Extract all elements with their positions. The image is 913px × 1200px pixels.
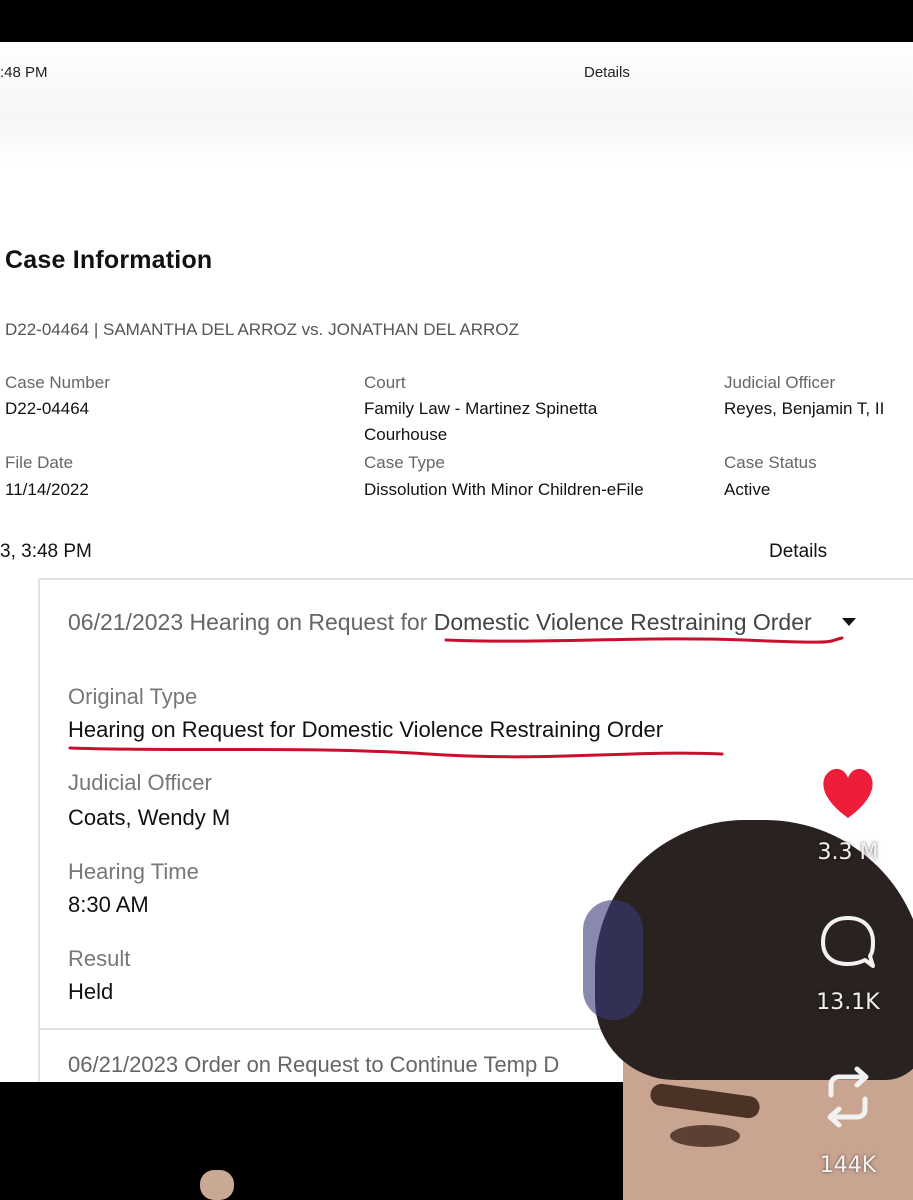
second-status-title: Details: [769, 541, 828, 562]
top-black-bar: [0, 0, 913, 42]
repost-icon[interactable]: [803, 1065, 893, 1129]
hearing-time-value: 8:30 AM: [68, 892, 149, 917]
file-date-value: 11/14/2022: [5, 480, 89, 499]
original-type-label: Original Type: [68, 684, 198, 709]
status-time: :48 PM: [0, 64, 48, 81]
judicial-officer-label: Judicial Officer: [724, 373, 836, 392]
case-number-value: D22-04464: [5, 399, 90, 418]
result-value: Held: [68, 979, 114, 1004]
file-date-label: File Date: [5, 453, 74, 472]
like-count: 3.3 M: [817, 840, 879, 865]
caret-down-icon[interactable]: [842, 618, 856, 626]
case-type-value: Dissolution With Minor Children-eFile: [364, 480, 644, 499]
comment-count: 13.1K: [816, 990, 880, 1015]
court-value-line2: Courhouse: [364, 425, 448, 444]
hearing-judicial-officer-label: Judicial Officer: [68, 770, 212, 795]
case-status-value: Active: [724, 480, 771, 499]
court-label: Court: [364, 373, 406, 392]
next-hearing-title[interactable]: 06/21/2023 Order on Request to Continue …: [68, 1052, 559, 1078]
share-count: 144K: [819, 1153, 877, 1178]
header-area: [0, 42, 913, 167]
court-value-line1: Family Law - Martinez Spinetta: [364, 399, 598, 418]
creator-hand: [200, 1170, 234, 1200]
status-title: Details: [584, 64, 630, 81]
heart-icon[interactable]: [803, 762, 893, 822]
hearing-time-label: Hearing Time: [68, 859, 199, 884]
like-action[interactable]: 3.3 M: [803, 762, 893, 872]
case-information-heading: Case Information: [5, 246, 213, 274]
red-underline-original-type: [68, 746, 724, 759]
result-label: Result: [68, 946, 131, 971]
hearing-judicial-officer-value: Coats, Wendy M: [68, 805, 231, 830]
hearing-title-prefix: 06/21/2023 Hearing on Request for: [68, 609, 434, 635]
judicial-officer-value: Reyes, Benjamin T, II: [724, 399, 885, 418]
original-type-value: Hearing on Request for Domestic Violence…: [68, 717, 664, 742]
case-type-label: Case Type: [364, 453, 445, 472]
case-title: D22-04464 | SAMANTHA DEL ARROZ vs. JONAT…: [5, 320, 519, 339]
comment-icon[interactable]: [803, 912, 893, 972]
case-status-label: Case Status: [724, 453, 817, 472]
red-underline-title: [444, 636, 844, 644]
comment-action[interactable]: 13.1K: [803, 912, 893, 1022]
second-status-time: 3, 3:48 PM: [0, 541, 92, 562]
share-action[interactable]: 144K: [803, 1065, 893, 1185]
case-number-label: Case Number: [5, 373, 110, 392]
creator-hair-highlight: [583, 900, 643, 1020]
creator-eye: [670, 1125, 740, 1147]
